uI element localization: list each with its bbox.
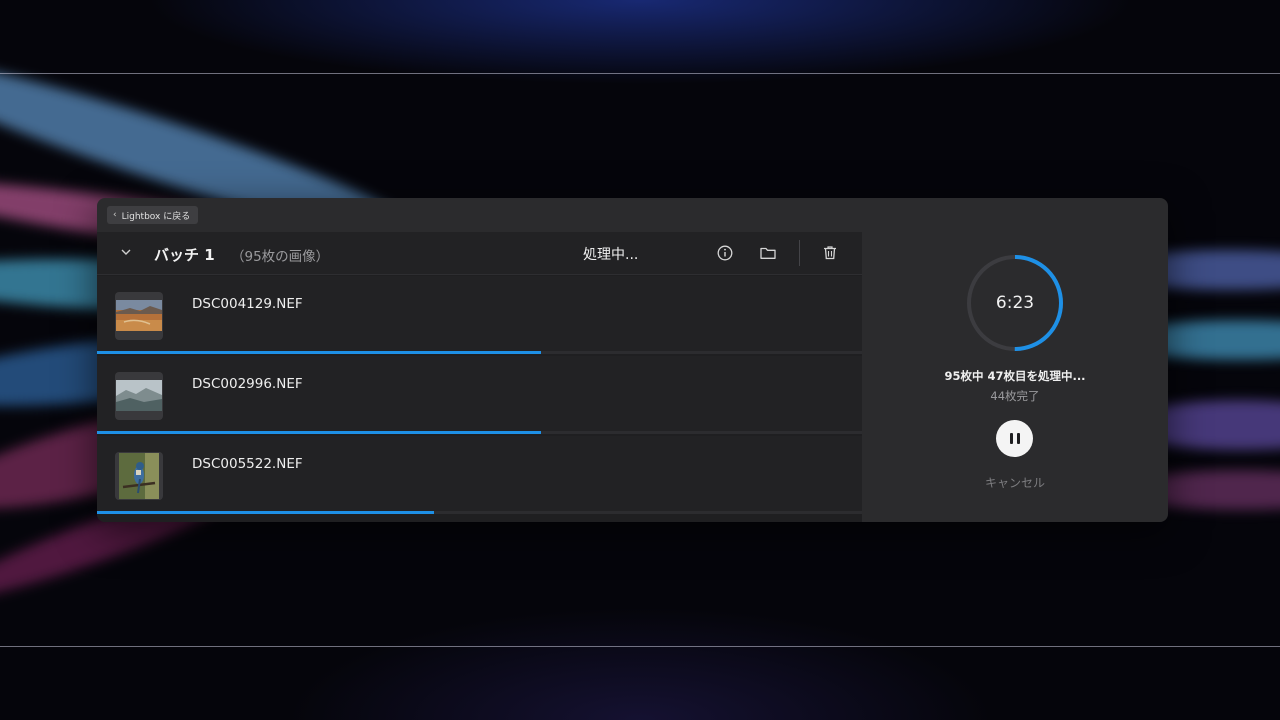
batch-title: バッチ 1 xyxy=(154,246,215,264)
file-progress-fill xyxy=(97,511,434,514)
file-row[interactable]: DSC005522.NEF xyxy=(97,436,862,514)
batch-processing-window: ‹ Lightbox に戻る バッチ 1 （95枚の画像） 処理中... DSC… xyxy=(97,198,1168,522)
folder-icon[interactable] xyxy=(759,244,777,262)
file-name: DSC005522.NEF xyxy=(192,456,303,472)
progress-panel: 6:23 95枚中 47枚目を処理中... 44枚完了 キャンセル xyxy=(862,198,1168,522)
file-progress-fill xyxy=(97,351,541,354)
back-button-label: Lightbox に戻る xyxy=(121,211,191,222)
info-icon[interactable] xyxy=(716,244,734,262)
pause-button[interactable] xyxy=(996,420,1033,457)
pause-icon xyxy=(1009,433,1013,444)
chevron-left-icon: ‹ xyxy=(113,210,117,220)
file-name: DSC004129.NEF xyxy=(192,296,303,312)
file-name: DSC002996.NEF xyxy=(192,376,303,392)
cancel-button[interactable]: キャンセル xyxy=(862,474,1168,491)
batch-image-count: （95枚の画像） xyxy=(231,249,330,265)
completed-count: 44枚完了 xyxy=(990,389,1040,403)
trash-icon[interactable] xyxy=(821,244,839,262)
batch-header: バッチ 1 （95枚の画像） 処理中... xyxy=(97,232,862,275)
time-remaining: 6:23 xyxy=(995,293,1035,313)
file-list-panel: バッチ 1 （95枚の画像） 処理中... DSC004129.NEF DSC0… xyxy=(97,232,862,522)
file-thumbnail xyxy=(115,372,163,420)
file-thumbnail xyxy=(115,292,163,340)
file-thumbnail xyxy=(115,452,163,500)
batch-status: 処理中... xyxy=(583,247,639,263)
chevron-down-icon[interactable] xyxy=(119,245,133,259)
file-progress-fill xyxy=(97,431,541,434)
file-progress-bar xyxy=(97,351,862,354)
file-row[interactable]: DSC004129.NEF xyxy=(97,276,862,354)
file-row[interactable]: DSC002996.NEF xyxy=(97,356,862,434)
pause-icon-bar xyxy=(1016,433,1020,444)
header-divider xyxy=(799,240,800,266)
file-progress-bar xyxy=(97,511,862,514)
processing-status: 95枚中 47枚目を処理中... xyxy=(944,369,1086,383)
file-progress-bar xyxy=(97,431,862,434)
back-to-lightbox-button[interactable]: ‹ Lightbox に戻る xyxy=(107,206,199,224)
